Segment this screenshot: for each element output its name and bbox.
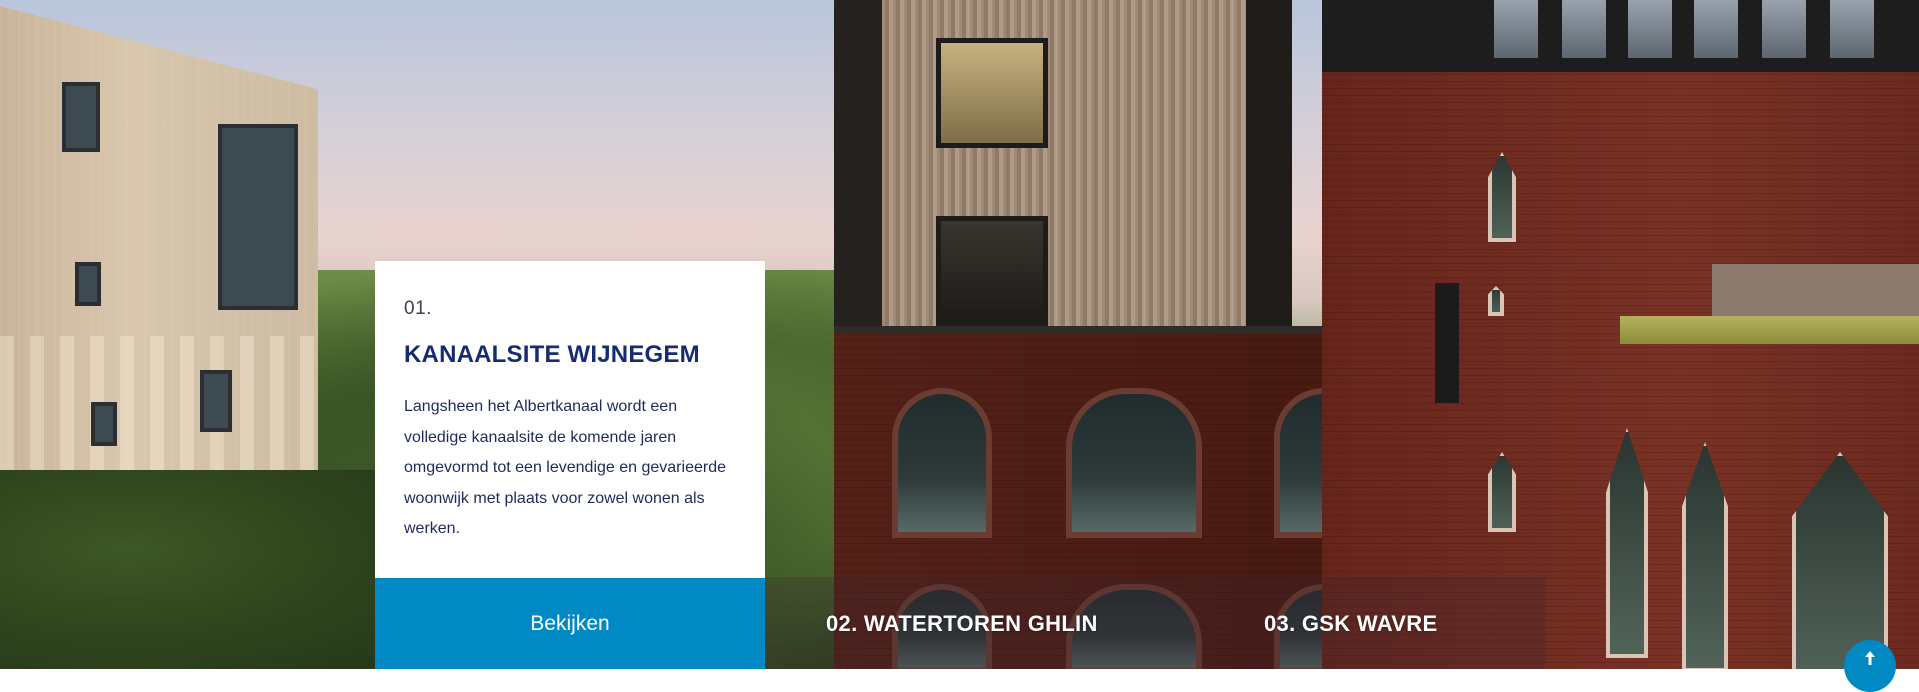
view-project-button[interactable]: Bekijken	[375, 578, 765, 669]
foreground-trees	[0, 470, 420, 669]
arrow-up-icon	[1863, 650, 1877, 692]
left-building	[0, 6, 318, 526]
glass-top-floor	[1322, 0, 1919, 80]
project-title: KANAALSITE WIJNEGEM	[404, 341, 700, 368]
project-description: Langsheen het Albertkanaal wordt een vol…	[404, 398, 726, 537]
project-info-card: 01. KANAALSITE WIJNEGEM Langsheen het Al…	[375, 261, 765, 578]
tab-gsk-wavre[interactable]: 03. GSK WAVRE	[1264, 578, 1437, 669]
hero-background-photo	[0, 0, 1919, 669]
green-roof	[1620, 316, 1919, 344]
project-number: 01.	[404, 298, 432, 319]
timber-tower	[882, 0, 1257, 330]
tab-watertoren-ghlin[interactable]: 02. WATERTOREN GHLIN	[826, 578, 1098, 669]
scroll-to-top-button[interactable]	[1844, 640, 1896, 692]
